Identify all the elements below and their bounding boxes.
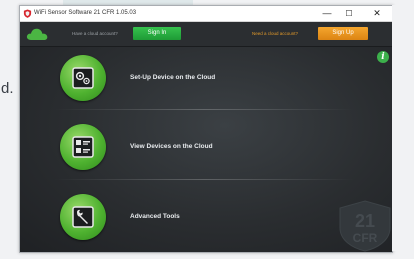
setup-device-label: Set-Up Device on the Cloud — [130, 74, 216, 81]
setup-device-button-circle[interactable] — [60, 55, 106, 101]
title-bar: WiFi Sensor Software 21 CFR 1.05.03 — ☐ … — [20, 6, 392, 22]
watermark-cfr: CFR — [353, 231, 378, 245]
menu-item-advanced-tools[interactable]: Advanced Tools — [60, 194, 310, 240]
cfr-shield-watermark: 21 CFR — [339, 200, 391, 252]
page-margin — [392, 5, 414, 251]
cloud-logo-icon — [26, 28, 48, 40]
close-button[interactable]: ✕ — [366, 6, 388, 21]
tools-icon — [72, 206, 94, 228]
advanced-tools-label: Advanced Tools — [130, 213, 180, 220]
window-title: WiFi Sensor Software 21 CFR 1.05.03 — [34, 10, 137, 16]
app-window: WiFi Sensor Software 21 CFR 1.05.03 — ☐ … — [19, 5, 393, 253]
need-account-text: Need a cloud account? — [252, 31, 299, 36]
sign-up-button[interactable]: Sign Up — [318, 27, 368, 40]
account-bar: Have a cloud account? Sign In Need a clo… — [20, 22, 392, 47]
view-devices-button-circle[interactable] — [60, 124, 106, 170]
shield-app-icon — [23, 9, 32, 18]
info-icon[interactable]: i — [377, 51, 389, 63]
advanced-tools-button-circle[interactable] — [60, 194, 106, 240]
menu-item-setup-device[interactable]: Set-Up Device on the Cloud — [60, 55, 310, 101]
divider — [54, 109, 354, 110]
minimize-button[interactable]: — — [316, 6, 338, 21]
view-devices-label: View Devices on the Cloud — [130, 143, 213, 150]
page-fragment-text: d. — [1, 80, 14, 97]
devices-list-icon — [72, 136, 94, 158]
maximize-button[interactable]: ☐ — [338, 6, 360, 21]
divider — [54, 179, 354, 180]
have-account-text: Have a cloud account? — [72, 31, 118, 36]
watermark-number: 21 — [355, 211, 375, 231]
main-panel: Have a cloud account? Sign In Need a clo… — [20, 22, 392, 252]
menu-item-view-devices[interactable]: View Devices on the Cloud — [60, 124, 310, 170]
sign-in-button[interactable]: Sign In — [133, 27, 181, 40]
device-setup-icon — [72, 67, 94, 89]
